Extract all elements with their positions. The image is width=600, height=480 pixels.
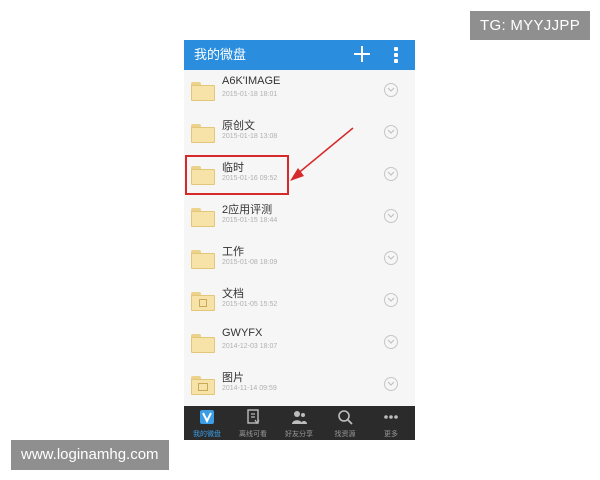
file-name: 原创文	[222, 120, 255, 132]
file-row[interactable]: A6K'IMAGE 2015-01-18 18:01	[184, 70, 415, 113]
watermark-top: TG: MYYJJPP	[470, 11, 590, 40]
file-name: A6K'IMAGE	[222, 75, 281, 87]
folder-icon	[191, 82, 215, 101]
chevron-down-icon[interactable]	[384, 377, 398, 391]
friends-share-icon	[292, 411, 307, 424]
tab-label: 好友分享	[285, 431, 313, 438]
chevron-down-icon[interactable]	[384, 251, 398, 265]
file-row[interactable]: GWYFX 2014-12-03 18:07	[184, 322, 415, 365]
tab-my-vdisk[interactable]: 我的微盘	[184, 406, 230, 440]
file-name: GWYFX	[222, 327, 263, 339]
file-date: 2014-11-14 09:59	[222, 385, 277, 392]
file-name: 2应用评测	[222, 204, 273, 216]
folder-icon	[191, 124, 215, 143]
search-icon	[338, 410, 353, 425]
file-date: 2014-12-03 18:07	[222, 343, 278, 350]
file-date: 2015-01-05 15:52	[222, 301, 278, 308]
folder-icon	[191, 250, 215, 269]
bottom-tab-bar: 我的微盘 离线可看 好友分享 找资源 更多	[184, 406, 415, 440]
tab-label: 更多	[384, 431, 398, 438]
folder-icon	[191, 334, 215, 353]
title-bar: 我的微盘	[184, 40, 415, 70]
chevron-down-icon[interactable]	[384, 335, 398, 349]
watermark-bottom: www.loginamhg.com	[11, 440, 169, 470]
chevron-down-icon[interactable]	[384, 83, 398, 97]
tab-friends-share[interactable]: 好友分享	[276, 406, 322, 440]
file-date: 2015-01-18 18:01	[222, 91, 278, 98]
phone-screen: 我的微盘 A6K'IMAGE 2015-01-18 18:01 原创文 2015…	[184, 40, 415, 440]
plus-icon[interactable]	[354, 46, 370, 62]
vdisk-icon	[200, 410, 214, 424]
chevron-down-icon[interactable]	[384, 209, 398, 223]
file-date: 2015-01-18 13:08	[222, 133, 278, 140]
tab-find-resources[interactable]: 找资源	[322, 406, 368, 440]
image-folder-icon	[191, 376, 215, 395]
file-row[interactable]: 图片 2014-11-14 09:59	[184, 364, 415, 407]
tab-offline[interactable]: 离线可看	[230, 406, 276, 440]
tab-label: 离线可看	[239, 431, 267, 438]
more-vertical-icon[interactable]	[394, 47, 398, 63]
file-row[interactable]: 原创文 2015-01-18 13:08	[184, 112, 415, 155]
file-name: 图片	[222, 372, 244, 384]
document-folder-icon	[191, 292, 215, 311]
offline-download-icon	[247, 409, 260, 425]
file-date: 2015-01-08 18:09	[222, 259, 278, 266]
file-name: 工作	[222, 246, 244, 258]
folder-icon	[191, 208, 215, 227]
highlight-box	[185, 155, 289, 195]
tab-label: 找资源	[334, 431, 356, 438]
more-dots-icon	[384, 415, 398, 419]
page-title: 我的微盘	[194, 47, 247, 62]
file-row[interactable]: 文档 2015-01-05 15:52	[184, 280, 415, 323]
file-date: 2015-01-15 18:44	[222, 217, 278, 224]
chevron-down-icon[interactable]	[384, 125, 398, 139]
file-row[interactable]: 工作 2015-01-08 18:09	[184, 238, 415, 281]
file-name: 文档	[222, 288, 244, 300]
chevron-down-icon[interactable]	[384, 167, 398, 181]
chevron-down-icon[interactable]	[384, 293, 398, 307]
tab-label: 我的微盘	[193, 431, 221, 438]
file-row[interactable]: 2应用评测 2015-01-15 18:44	[184, 196, 415, 239]
file-list: A6K'IMAGE 2015-01-18 18:01 原创文 2015-01-1…	[184, 70, 415, 407]
tab-more[interactable]: 更多	[368, 406, 414, 440]
